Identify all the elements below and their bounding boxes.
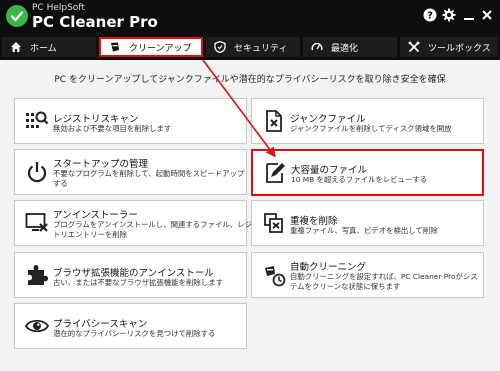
tab-security-label: セキュリティ: [234, 43, 288, 54]
app-window: PC HelpSoft PC Cleaner Pro ? ホーム クリーンアップ…: [0, 0, 500, 371]
title-bar: PC HelpSoft PC Cleaner Pro ?: [0, 0, 500, 34]
card-description-line2: する: [53, 179, 68, 188]
card-large-files[interactable]: 大容量のファイル 10 MB を超えるファイルをレビューする: [251, 149, 484, 196]
card-title: アンインストーラー: [53, 210, 138, 221]
speedometer-icon: [311, 41, 323, 53]
tab-bar: ホーム クリーンアップ セキュリティ 最適化 ツールボックス: [0, 34, 500, 60]
tab-optimize[interactable]: 最適化: [303, 37, 397, 57]
card-description: ジャンクファイルを削除してディスク領域を開放: [290, 124, 452, 133]
card-description: 無効および不要な項目を削除します: [53, 124, 172, 133]
broom-icon: [109, 41, 121, 53]
card-title: 重複を削除: [290, 216, 338, 227]
app-logo: [6, 5, 28, 27]
help-icon[interactable]: ?: [422, 7, 438, 23]
card-title: ブラウザ拡張機能のアンインストール: [53, 268, 214, 279]
card-browser-extensions[interactable]: ブラウザ拡張機能のアンインストール 古い、または不要なブラウザ拡張機能を削除しま…: [14, 252, 247, 298]
card-title: 大容量のファイル: [291, 165, 368, 176]
tab-cleanup-label: クリーンアップ: [129, 43, 192, 54]
tab-toolbox[interactable]: ツールボックス: [400, 37, 498, 57]
tab-home-label: ホーム: [30, 43, 57, 54]
card-description: プログラムをアンインストールし、関連するファイル、レジス: [53, 220, 260, 229]
card-description: 自動クリーニングを設定すれば、PC Cleaner Proがシス: [290, 272, 478, 281]
card-description: 不要なプログラムを削除して、起動時間をスピードアップ: [53, 169, 245, 178]
home-icon: [10, 41, 22, 53]
brand-subtitle: PC HelpSoft: [32, 3, 85, 13]
app-title: PC Cleaner Pro: [32, 13, 158, 31]
card-startup-manager[interactable]: スタートアップの管理 不要なプログラムを削除して、起動時間をスピードアップ する: [14, 149, 247, 195]
card-duplicates[interactable]: 重複を削除 重複ファイル、写真、ビデオを検出して削除: [251, 200, 484, 246]
large-file-icon: [263, 161, 287, 185]
puzzle-icon: [25, 263, 49, 287]
card-description: 潜在的なプライバシーリスクを見つけて削除する: [53, 329, 216, 338]
card-description-line2: トリエントリーを削除: [53, 230, 127, 239]
tab-home[interactable]: ホーム: [2, 37, 96, 57]
card-uninstaller[interactable]: アンインストーラー プログラムをアンインストールし、関連するファイル、レジス ト…: [14, 200, 259, 246]
card-privacy-scan[interactable]: プライバシースキャン 潜在的なプライバシーリスクを見つけて削除する: [14, 303, 247, 349]
tools-icon: [408, 41, 420, 53]
card-title: 自動クリーニング: [290, 262, 367, 273]
minimize-icon[interactable]: [461, 7, 477, 23]
registry-scan-icon: [25, 109, 49, 133]
gear-icon[interactable]: [441, 7, 457, 23]
tab-cleanup[interactable]: クリーンアップ: [99, 37, 203, 57]
shield-icon: [214, 41, 226, 53]
close-icon[interactable]: [479, 7, 495, 23]
card-description-line2: テムをクリーンな状態に保ちます: [290, 282, 401, 291]
card-junk-files[interactable]: ジャンクファイル ジャンクファイルを削除してディスク領域を開放: [251, 98, 484, 144]
auto-clean-icon: [262, 263, 286, 287]
tab-security[interactable]: セキュリティ: [206, 37, 300, 57]
card-title: スタートアップの管理: [53, 159, 149, 170]
duplicate-icon: [262, 211, 286, 235]
power-icon: [25, 160, 49, 184]
card-description: 10 MB を超えるファイルをレビューする: [291, 175, 428, 184]
uninstall-icon: [25, 211, 49, 235]
card-auto-cleaning[interactable]: 自動クリーニング 自動クリーニングを設定すれば、PC Cleaner Proがシ…: [251, 252, 484, 298]
card-description: 重複ファイル、写真、ビデオを検出して削除: [290, 226, 438, 235]
card-registry-scan[interactable]: レジストリスキャン 無効および不要な項目を削除します: [14, 98, 247, 144]
junk-file-icon: [262, 109, 286, 133]
card-title: プライバシースキャン: [53, 319, 148, 330]
page-subtitle: PC をクリーンアップしてジャンクファイルや潜在的なプライバシーリスクを取り除き…: [54, 75, 446, 85]
tab-optimize-label: 最適化: [331, 43, 359, 54]
card-title: ジャンクファイル: [290, 114, 366, 125]
svg-text:?: ?: [427, 11, 433, 22]
card-description: 古い、または不要なブラウザ拡張機能を削除します: [53, 278, 223, 287]
tab-toolbox-label: ツールボックス: [428, 43, 491, 54]
privacy-eye-icon: [24, 314, 50, 338]
card-title: レジストリスキャン: [53, 114, 139, 125]
